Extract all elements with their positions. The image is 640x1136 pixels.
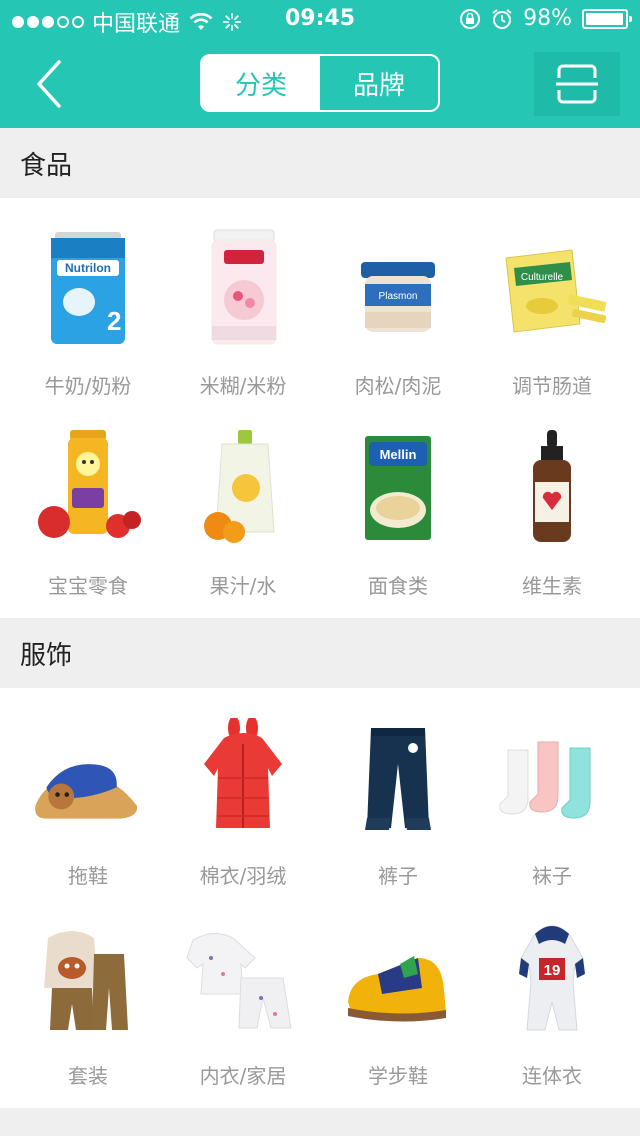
category-label: 果汁/水 [209,574,277,598]
category-tile[interactable]: 袜子 [472,688,632,888]
battery-percent: 98% [523,6,572,31]
svg-text:Nutrilon: Nutrilon [65,261,111,275]
category-label: 调节肠道 [512,374,592,398]
category-label: 连体衣 [522,1064,582,1088]
category-brand-toggle: 分类 品牌 [200,54,440,112]
category-tile[interactable]: 套装 [8,888,168,1088]
cereal-canister-icon [183,228,303,348]
category-tile[interactable]: 学步鞋 [318,888,478,1088]
category-label: 面食类 [368,574,428,598]
category-grid-food: Nutrilon 2 牛奶/奶粉 米糊/米粉 Plasmon 肉松/肉泥 Cul… [0,198,640,618]
vitamin-dropper-icon [492,428,612,548]
socks-icon [492,718,612,838]
juice-pouch-icon [183,428,303,548]
svg-text:2: 2 [107,306,121,336]
snack-puffs-icon [28,428,148,548]
svg-text:19: 19 [544,962,561,979]
battery-icon [582,8,632,29]
category-label: 米糊/米粉 [199,374,287,398]
category-tile[interactable]: 内衣/家居 [163,888,323,1088]
battery-fill [586,12,624,25]
tab-brand[interactable]: 品牌 [320,56,438,110]
category-tile[interactable]: Nutrilon 2 牛奶/奶粉 [8,198,168,398]
category-label: 内衣/家居 [199,1064,287,1088]
category-tile[interactable]: 拖鞋 [8,688,168,888]
formula-can-icon: Nutrilon 2 [28,228,148,348]
pants-icon [338,718,458,838]
svg-text:Mellin: Mellin [380,447,417,462]
pasta-box-icon: Mellin [338,428,458,548]
probiotic-box-icon: Culturelle [492,228,612,348]
category-label: 裤子 [378,864,418,888]
category-label: 维生素 [522,574,582,598]
scan-icon [556,64,598,104]
svg-text:Culturelle: Culturelle [521,272,564,283]
category-label: 拖鞋 [68,864,108,888]
down-jacket-icon [183,718,303,838]
nav-bar: 分类 品牌 [0,40,640,128]
category-tile[interactable]: 棉衣/羽绒 [163,688,323,888]
svg-text:Plasmon: Plasmon [379,291,418,302]
chevron-left-icon [37,60,61,108]
category-tile[interactable]: 裤子 [318,688,478,888]
alarm-icon [492,8,512,29]
slipper-icon [28,718,148,838]
section-title-food: 食品 [0,128,640,198]
category-label: 棉衣/羽绒 [199,864,287,888]
header: 中国联通 09:45 98% 分类 品牌 [0,0,640,128]
category-tile[interactable]: 宝宝零食 [8,398,168,598]
pajamas-icon [183,918,303,1038]
jumpsuit-icon: 19 [492,918,612,1038]
status-bar: 中国联通 09:45 98% [0,0,640,40]
category-tile[interactable]: 维生素 [472,398,632,598]
tab-category[interactable]: 分类 [202,56,320,110]
scan-button[interactable] [534,52,620,116]
category-tile[interactable]: Mellin 面食类 [318,398,478,598]
category-label: 宝宝零食 [48,574,128,598]
baby-food-jar-icon: Plasmon [338,228,458,348]
category-label: 袜子 [532,864,572,888]
category-grid-apparel: 拖鞋 棉衣/羽绒 裤子 袜子 套装 内衣/家居 学步鞋 19 连体衣 [0,688,640,1108]
category-tile[interactable]: 19 连体衣 [472,888,632,1088]
category-tile[interactable]: 米糊/米粉 [163,198,323,398]
category-label: 套装 [68,1064,108,1088]
section-title-apparel: 服饰 [0,618,640,688]
outfit-set-icon [28,918,148,1038]
toddler-shoe-icon [338,918,458,1038]
status-right: 98% [459,6,632,31]
category-tile[interactable]: Culturelle 调节肠道 [472,198,632,398]
category-tile[interactable]: Plasmon 肉松/肉泥 [318,198,478,398]
category-label: 学步鞋 [368,1064,428,1088]
back-button[interactable] [20,54,80,114]
category-label: 牛奶/奶粉 [44,374,132,398]
category-tile[interactable]: 果汁/水 [163,398,323,598]
rotation-lock-icon [460,8,481,29]
category-label: 肉松/肉泥 [354,374,442,398]
